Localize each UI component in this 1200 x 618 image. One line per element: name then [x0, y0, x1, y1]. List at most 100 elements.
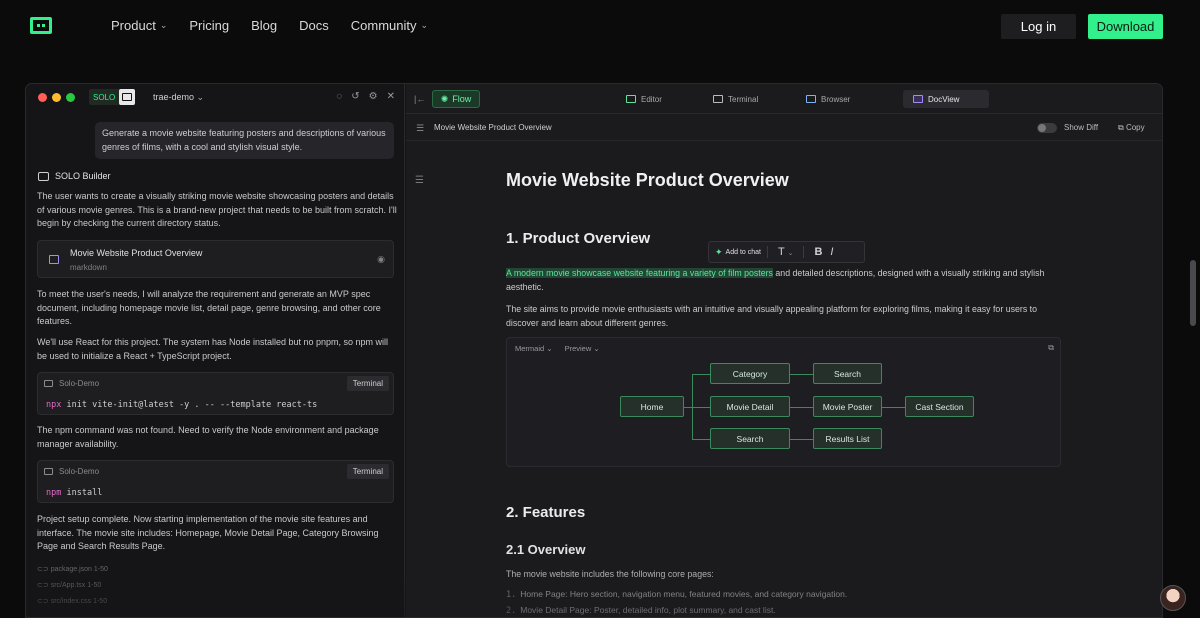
- eye-icon[interactable]: ◉: [377, 254, 385, 265]
- nav-docs[interactable]: Docs: [299, 18, 329, 33]
- page-scrollbar[interactable]: [1190, 260, 1196, 326]
- sparkle-icon: ✦: [715, 246, 723, 257]
- tab-terminal[interactable]: Terminal: [703, 90, 768, 108]
- italic-button[interactable]: I: [830, 246, 833, 258]
- close-icon[interactable]: ✕: [387, 91, 395, 102]
- preview-mode-select[interactable]: Preview ⌄: [565, 344, 600, 353]
- terminal-header: Solo-Demo: [44, 467, 99, 476]
- terminal-command: npm install: [46, 488, 103, 498]
- copy-button[interactable]: ⧉ Copy: [1118, 123, 1145, 133]
- selection-toolbar: ✦ Add to chat T ⌄ B I: [708, 241, 865, 263]
- nav-links: Product ⌄ Pricing Blog Docs Community ⌄: [111, 18, 428, 33]
- top-nav: Product ⌄ Pricing Blog Docs Community ⌄ Lo…: [0, 0, 1200, 54]
- tab-browser[interactable]: Browser: [796, 90, 860, 108]
- history-icon[interactable]: ↺: [351, 91, 359, 102]
- chevron-down-icon: ⌄: [546, 344, 553, 353]
- text-style-button[interactable]: T ⌄: [778, 246, 793, 258]
- file-references: ⊂⊃ package.json 1-50 ⊂⊃ src/App.tsx 1-50…: [37, 562, 108, 610]
- collapse-panel-icon[interactable]: |←: [414, 94, 425, 104]
- login-button[interactable]: Log in: [1001, 14, 1076, 39]
- app-window: SOLO trae-demo ⌄ ◌ ↺ ⚙ ✕ Generate a movi…: [25, 83, 1163, 618]
- menu-icon[interactable]: ☰: [416, 123, 424, 134]
- assistant-paragraph: The user wants to create a visually stri…: [37, 191, 397, 228]
- diagram-edge: [684, 407, 692, 408]
- support-avatar[interactable]: [1160, 585, 1186, 611]
- open-terminal-button[interactable]: Terminal: [346, 464, 389, 479]
- solo-mode-badge[interactable]: SOLO: [89, 89, 136, 105]
- chevron-down-icon: ⌄: [159, 20, 168, 30]
- browser-icon: [806, 95, 816, 103]
- close-window-dot[interactable]: [38, 93, 47, 102]
- highlighted-text[interactable]: A modern movie showcase website featurin…: [506, 268, 773, 278]
- table-of-contents-icon[interactable]: ☰: [415, 175, 424, 186]
- docview-icon: [913, 95, 923, 103]
- diagram-node-movie-detail: Movie Detail: [710, 396, 790, 417]
- diagram-node-movie-poster: Movie Poster: [813, 396, 882, 417]
- settings-gear-icon[interactable]: ⚙: [369, 91, 378, 102]
- divider: [766, 246, 768, 258]
- doc-header: ☰ Movie Website Product Overview Show Di…: [406, 115, 1162, 141]
- mermaid-diagram: Mermaid ⌄ Preview ⌄ ⧉ Home Category Movi…: [506, 337, 1061, 467]
- maximize-window-dot[interactable]: [66, 93, 75, 102]
- doc-card-type: markdown: [70, 263, 107, 272]
- mermaid-mode-select[interactable]: Mermaid ⌄: [515, 344, 553, 353]
- open-terminal-button[interactable]: Terminal: [346, 376, 389, 391]
- bold-button[interactable]: B: [814, 246, 822, 258]
- diagram-edge: [692, 374, 710, 375]
- flow-button[interactable]: ✺ Flow: [432, 90, 480, 108]
- chevron-down-icon: ⌄: [593, 344, 600, 353]
- flow-icon: ✺: [440, 93, 449, 104]
- download-button[interactable]: Download: [1088, 14, 1163, 39]
- file-ref[interactable]: ⊂⊃ src/App.tsx 1-50: [37, 578, 108, 594]
- new-chat-icon[interactable]: ◌: [336, 91, 342, 102]
- user-message: Generate a movie website featuring poste…: [95, 122, 394, 159]
- diagram-edge: [790, 407, 813, 408]
- chevron-down-icon: ⌄: [196, 92, 205, 102]
- nav-blog[interactable]: Blog: [251, 18, 277, 33]
- diagram-node-search-2: Search: [813, 363, 882, 384]
- editor-icon: [626, 95, 636, 103]
- chat-panel: SOLO trae-demo ⌄ ◌ ↺ ⚙ ✕ Generate a movi…: [26, 84, 405, 617]
- doc-title: Movie Website Product Overview: [506, 170, 789, 190]
- subsection-heading: 2.1 Overview: [506, 542, 586, 557]
- nav-pricing[interactable]: Pricing: [189, 18, 229, 33]
- doc-paragraph: A modern movie showcase website featurin…: [506, 268, 1045, 292]
- terminal-icon: [44, 380, 53, 387]
- tab-editor[interactable]: Editor: [616, 90, 672, 108]
- diagram-node-cast-section: Cast Section: [905, 396, 974, 417]
- doc-card[interactable]: Movie Website Product Overview markdown …: [37, 240, 394, 278]
- section-heading: 1. Product Overview: [506, 230, 651, 247]
- chevron-down-icon: ⌄: [787, 250, 794, 257]
- doc-toolbar: |← ✺ Flow Editor Terminal Browser DocView: [406, 84, 1162, 114]
- diagram-node-home: Home: [620, 396, 684, 417]
- expand-icon[interactable]: ⧉: [1048, 343, 1054, 353]
- doc-header-title: Movie Website Product Overview: [434, 123, 552, 132]
- diagram-edge: [692, 439, 710, 440]
- minimize-window-dot[interactable]: [52, 93, 61, 102]
- builder-icon: [38, 171, 49, 181]
- list-item: 1. Home Page: Hero section, navigation me…: [506, 589, 848, 600]
- nav-community[interactable]: Community ⌄: [351, 18, 428, 33]
- document-icon: [49, 255, 59, 264]
- file-ref[interactable]: ⊂⊃ src/index.css 1-50: [37, 594, 108, 610]
- trae-logo-icon[interactable]: [30, 17, 52, 34]
- solo-icon: [119, 89, 136, 105]
- terminal-icon: [44, 468, 53, 475]
- doc-paragraph: The movie website includes the following…: [506, 569, 714, 579]
- tab-docview[interactable]: DocView: [903, 90, 989, 108]
- terminal-command: npx init vite-init@latest -y . -- --temp…: [46, 400, 318, 410]
- section-heading: 2. Features: [506, 504, 586, 521]
- assistant-paragraph: To meet the user's needs, I will analyze…: [37, 289, 381, 326]
- nav-product[interactable]: Product ⌄: [111, 18, 167, 33]
- terminal-block: Solo-Demo Terminal npm install: [37, 460, 394, 503]
- list-item: 2. Movie Detail Page: Poster, detailed in…: [506, 605, 776, 616]
- doc-card-title: Movie Website Product Overview: [70, 248, 203, 258]
- builder-header: SOLO Builder: [38, 171, 111, 181]
- add-to-chat-button[interactable]: Add to chat: [726, 249, 761, 256]
- file-ref[interactable]: ⊂⊃ package.json 1-50: [37, 562, 108, 578]
- project-selector[interactable]: trae-demo ⌄: [153, 92, 204, 103]
- terminal-icon: [713, 95, 723, 103]
- show-diff-toggle[interactable]: [1037, 123, 1057, 133]
- diagram-node-results-list: Results List: [813, 428, 882, 449]
- show-diff-label: Show Diff: [1064, 123, 1099, 132]
